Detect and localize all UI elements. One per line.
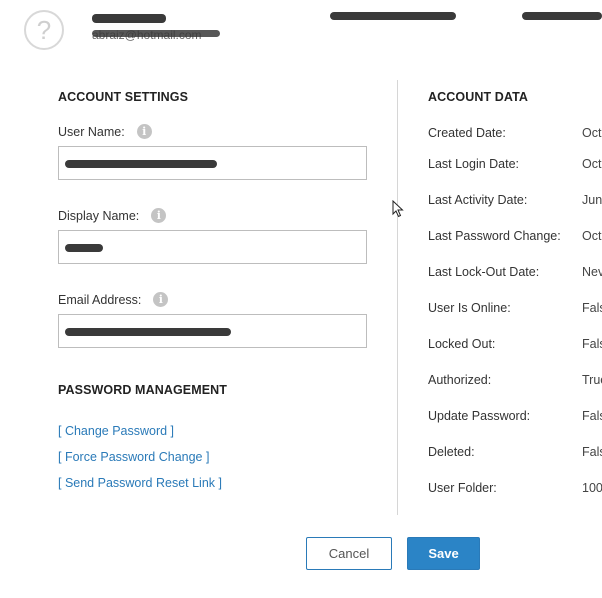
save-button[interactable]: Save bbox=[407, 537, 480, 570]
redacted-header-field-3 bbox=[522, 12, 602, 20]
force-password-change-link[interactable]: [ Force Password Change ] bbox=[58, 450, 209, 464]
redacted-user-name-value bbox=[65, 160, 217, 168]
data-value: Fals bbox=[582, 409, 602, 423]
change-password-link[interactable]: [ Change Password ] bbox=[58, 424, 174, 438]
email-address-field[interactable] bbox=[58, 314, 367, 348]
data-key: Last Lock-Out Date: bbox=[428, 265, 540, 279]
account-settings-title: ACCOUNT SETTINGS bbox=[58, 90, 189, 104]
redacted-user-name bbox=[92, 14, 166, 23]
mouse-cursor-icon bbox=[392, 200, 404, 218]
redacted-email-value bbox=[65, 328, 231, 336]
column-divider bbox=[397, 80, 398, 515]
info-icon[interactable]: i bbox=[151, 208, 167, 223]
data-value: Fals bbox=[582, 301, 602, 315]
data-value: Jun bbox=[582, 193, 602, 207]
data-key: User Folder: bbox=[428, 481, 497, 495]
data-key: Authorized: bbox=[428, 373, 492, 387]
data-key: Last Activity Date: bbox=[428, 193, 528, 207]
email-address-label-text: Email Address: bbox=[58, 292, 142, 307]
data-value: Fals bbox=[582, 337, 602, 351]
data-value: Oct bbox=[582, 157, 602, 171]
data-value: Fals bbox=[582, 445, 602, 459]
cancel-button[interactable]: Cancel bbox=[306, 537, 392, 570]
user-name-label-text: User Name: bbox=[58, 124, 125, 139]
data-key: Last Password Change: bbox=[428, 229, 561, 243]
data-key: Created Date: bbox=[428, 126, 506, 140]
password-management-title: PASSWORD MANAGEMENT bbox=[58, 383, 228, 397]
user-name-label: User Name: i bbox=[58, 124, 152, 139]
user-name-field[interactable] bbox=[58, 146, 367, 180]
data-key: Locked Out: bbox=[428, 337, 496, 351]
redacted-header-field-2 bbox=[330, 12, 456, 20]
data-key: User Is Online: bbox=[428, 301, 511, 315]
data-value: True bbox=[582, 373, 602, 387]
info-icon[interactable]: i bbox=[136, 124, 152, 139]
account-data-title: ACCOUNT DATA bbox=[428, 90, 529, 104]
data-value: Oct bbox=[582, 229, 602, 243]
data-key: Update Password: bbox=[428, 409, 531, 423]
data-key: Deleted: bbox=[428, 445, 475, 459]
data-value: Oct bbox=[582, 126, 602, 140]
data-value: Nev bbox=[582, 265, 602, 279]
user-avatar-icon: ? bbox=[24, 10, 64, 50]
display-name-label-text: Display Name: bbox=[58, 208, 140, 223]
data-value: 100 bbox=[582, 481, 602, 495]
display-name-label: Display Name: i bbox=[58, 208, 167, 223]
redacted-display-name-value bbox=[65, 244, 103, 252]
email-address-label: Email Address: i bbox=[58, 292, 169, 307]
redacted-header-email-overlay bbox=[92, 30, 220, 37]
info-icon[interactable]: i bbox=[153, 292, 169, 307]
display-name-field[interactable] bbox=[58, 230, 367, 264]
data-key: Last Login Date: bbox=[428, 157, 520, 171]
send-password-reset-link[interactable]: [ Send Password Reset Link ] bbox=[58, 476, 222, 490]
user-header: ? abraiz@hotmail.com bbox=[0, 0, 602, 60]
